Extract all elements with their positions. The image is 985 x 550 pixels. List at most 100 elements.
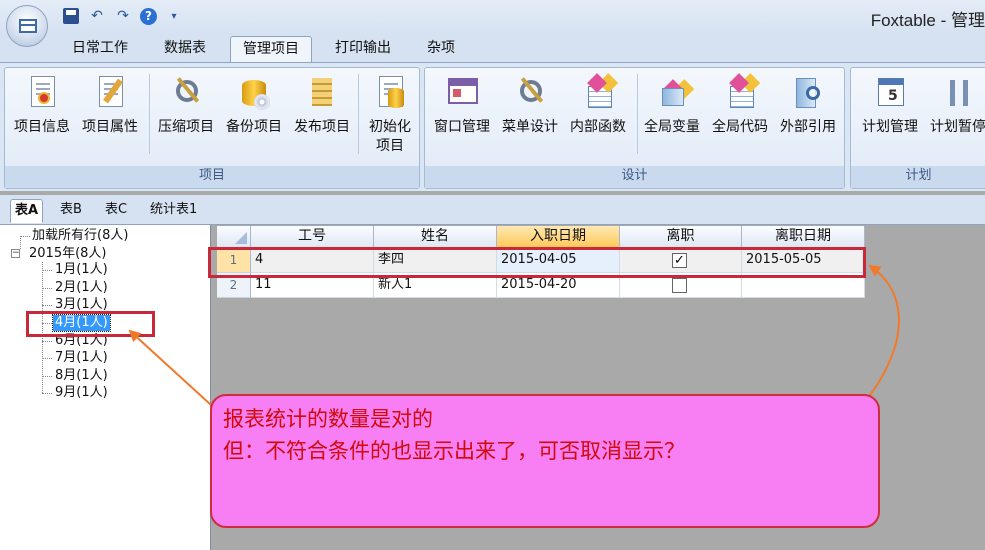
plan-manager-icon: 5 — [872, 74, 908, 112]
init-project-label-line2: 项目 — [376, 138, 404, 154]
tree-connector — [42, 341, 52, 342]
annotation-line-2: 但：不符合条件的也显示出来了，可否取消显示？ — [223, 439, 685, 463]
external-references-label: 外部引用 — [780, 119, 836, 135]
external-references-button[interactable]: 外部引用 — [773, 72, 843, 137]
ribbon-separator — [149, 74, 150, 154]
column-header-hire-date[interactable]: 入职日期 — [497, 226, 620, 248]
ribbon: 项目信息 项目属性 压缩项目 备份项目 发布项目 初始化 项目 项目 窗口管理 … — [0, 62, 985, 191]
plan-pause-icon — [940, 74, 976, 112]
global-code-button[interactable]: 全局代码 — [705, 72, 775, 137]
tree-node-month-2[interactable]: 2月(1人) — [55, 280, 108, 296]
project-info-button[interactable]: 项目信息 — [7, 72, 77, 137]
internal-functions-button[interactable]: 内部函数 — [563, 72, 633, 137]
doc-tab-table-a[interactable]: 表A — [10, 199, 44, 223]
tree-node-month-1[interactable]: 1月(1人) — [55, 262, 108, 278]
publish-project-label: 发布项目 — [294, 119, 350, 135]
tree-connector — [20, 236, 30, 237]
backup-project-button[interactable]: 备份项目 — [219, 72, 289, 137]
undo-icon[interactable]: ↶ — [88, 7, 106, 25]
customize-toolbar-icon[interactable]: ▾ — [165, 7, 183, 25]
doc-tab-table-c[interactable]: 表C — [101, 199, 131, 223]
internal-functions-icon — [580, 73, 616, 112]
application-menu-button[interactable] — [6, 5, 48, 47]
tree-node-month-8[interactable]: 8月(1人) — [55, 368, 108, 384]
save-icon[interactable] — [62, 7, 80, 25]
project-info-label: 项目信息 — [14, 119, 70, 135]
menu-design-button[interactable]: 菜单设计 — [495, 72, 565, 137]
init-project-icon — [372, 74, 408, 112]
project-properties-icon — [92, 74, 128, 112]
column-header-id[interactable]: 工号 — [251, 226, 374, 248]
window-title: Foxtable - 管理 — [870, 11, 985, 30]
doc-tab-table-b[interactable]: 表B — [56, 199, 86, 223]
tree-connector — [42, 358, 52, 359]
window-manager-button[interactable]: 窗口管理 — [427, 72, 497, 137]
tree-connector — [20, 236, 21, 249]
publish-project-button[interactable]: 发布项目 — [287, 72, 357, 137]
column-header-resign-date[interactable]: 离职日期 — [742, 226, 865, 248]
tree-connector — [42, 393, 52, 394]
global-variables-button[interactable]: 全局变量 — [637, 72, 707, 137]
group-plan: 5 计划管理 计划暂停 计划 — [850, 67, 985, 189]
compress-project-button[interactable]: 压缩项目 — [151, 72, 221, 137]
annotation-callout: 报表统计的数量是对的 但：不符合条件的也显示出来了，可否取消显示？ — [210, 394, 880, 528]
highlight-box-tree-node — [26, 311, 155, 337]
annotation-line-1: 报表统计的数量是对的 — [223, 407, 433, 431]
highlight-box-row — [208, 247, 866, 278]
tree-node-load-all[interactable]: 加载所有行(8人) — [32, 228, 128, 244]
internal-functions-label: 内部函数 — [570, 119, 626, 135]
project-info-icon — [24, 74, 60, 112]
help-icon[interactable]: ? — [140, 7, 157, 25]
column-header-resigned[interactable]: 离职 — [620, 226, 742, 248]
tree-collapse-toggle[interactable]: − — [11, 249, 20, 258]
tree-connector — [42, 305, 52, 306]
compress-project-label: 压缩项目 — [158, 119, 214, 135]
compress-project-icon — [168, 74, 204, 112]
group-project: 项目信息 项目属性 压缩项目 备份项目 发布项目 初始化 项目 项目 — [4, 67, 420, 189]
tab-data-tables[interactable]: 数据表 — [152, 36, 218, 63]
group-plan-label: 计划 — [851, 166, 985, 188]
global-variables-icon — [654, 74, 690, 112]
plan-manager-glyph: 5 — [888, 88, 898, 104]
app-menu-icon — [19, 19, 37, 33]
backup-project-label: 备份项目 — [226, 119, 282, 135]
group-design: 窗口管理 菜单设计 内部函数 全局变量 全局代码 外部引用 设计 — [424, 67, 845, 189]
tab-manage-project[interactable]: 管理项目 — [230, 36, 312, 63]
document-tabs: 表A 表B 表C 统计表1 — [0, 195, 985, 225]
plan-pause-label: 计划暂停 — [930, 119, 985, 135]
tree-node-month-9[interactable]: 9月(1人) — [55, 385, 108, 401]
quick-access-toolbar: ↶ ↷ ? ▾ — [62, 5, 183, 27]
init-project-label-line1: 初始化 — [369, 119, 411, 135]
grid-select-all-corner[interactable] — [217, 226, 251, 248]
project-properties-button[interactable]: 项目属性 — [75, 72, 145, 137]
tab-daily-work[interactable]: 日常工作 — [60, 36, 140, 63]
ribbon-tabs: 日常工作 数据表 管理项目 打印输出 杂项 — [0, 34, 985, 63]
global-variables-label: 全局变量 — [644, 119, 700, 135]
plan-pause-button[interactable]: 计划暂停 — [923, 72, 985, 137]
column-header-name[interactable]: 姓名 — [374, 226, 497, 248]
tab-misc[interactable]: 杂项 — [415, 36, 467, 63]
backup-project-icon — [236, 74, 272, 112]
redo-icon[interactable]: ↷ — [114, 7, 132, 25]
tab-print-output[interactable]: 打印输出 — [323, 36, 403, 63]
menu-design-label: 菜单设计 — [502, 119, 558, 135]
tree-node-month-7[interactable]: 7月(1人) — [55, 350, 108, 366]
menu-design-icon — [512, 74, 548, 112]
init-project-button[interactable]: 初始化 项目 — [355, 72, 425, 156]
window-manager-label: 窗口管理 — [434, 119, 490, 135]
global-code-label: 全局代码 — [712, 119, 768, 135]
window-manager-icon — [444, 74, 480, 112]
tree-connector — [42, 270, 52, 271]
plan-manager-label: 计划管理 — [862, 119, 918, 135]
doc-tab-stats-1[interactable]: 统计表1 — [146, 199, 201, 223]
title-bar: ↶ ↷ ? ▾ Foxtable - 管理 — [0, 0, 985, 34]
group-design-label: 设计 — [425, 166, 844, 188]
resigned-checkbox-unchecked[interactable] — [672, 278, 687, 293]
group-project-label: 项目 — [5, 166, 419, 188]
tree-connector — [42, 288, 52, 289]
global-code-icon — [722, 73, 758, 112]
plan-manager-button[interactable]: 5 计划管理 — [855, 72, 925, 137]
external-references-icon — [790, 74, 826, 112]
publish-project-icon — [304, 74, 340, 112]
tree-node-year-2015[interactable]: 2015年(8人) — [29, 246, 107, 262]
